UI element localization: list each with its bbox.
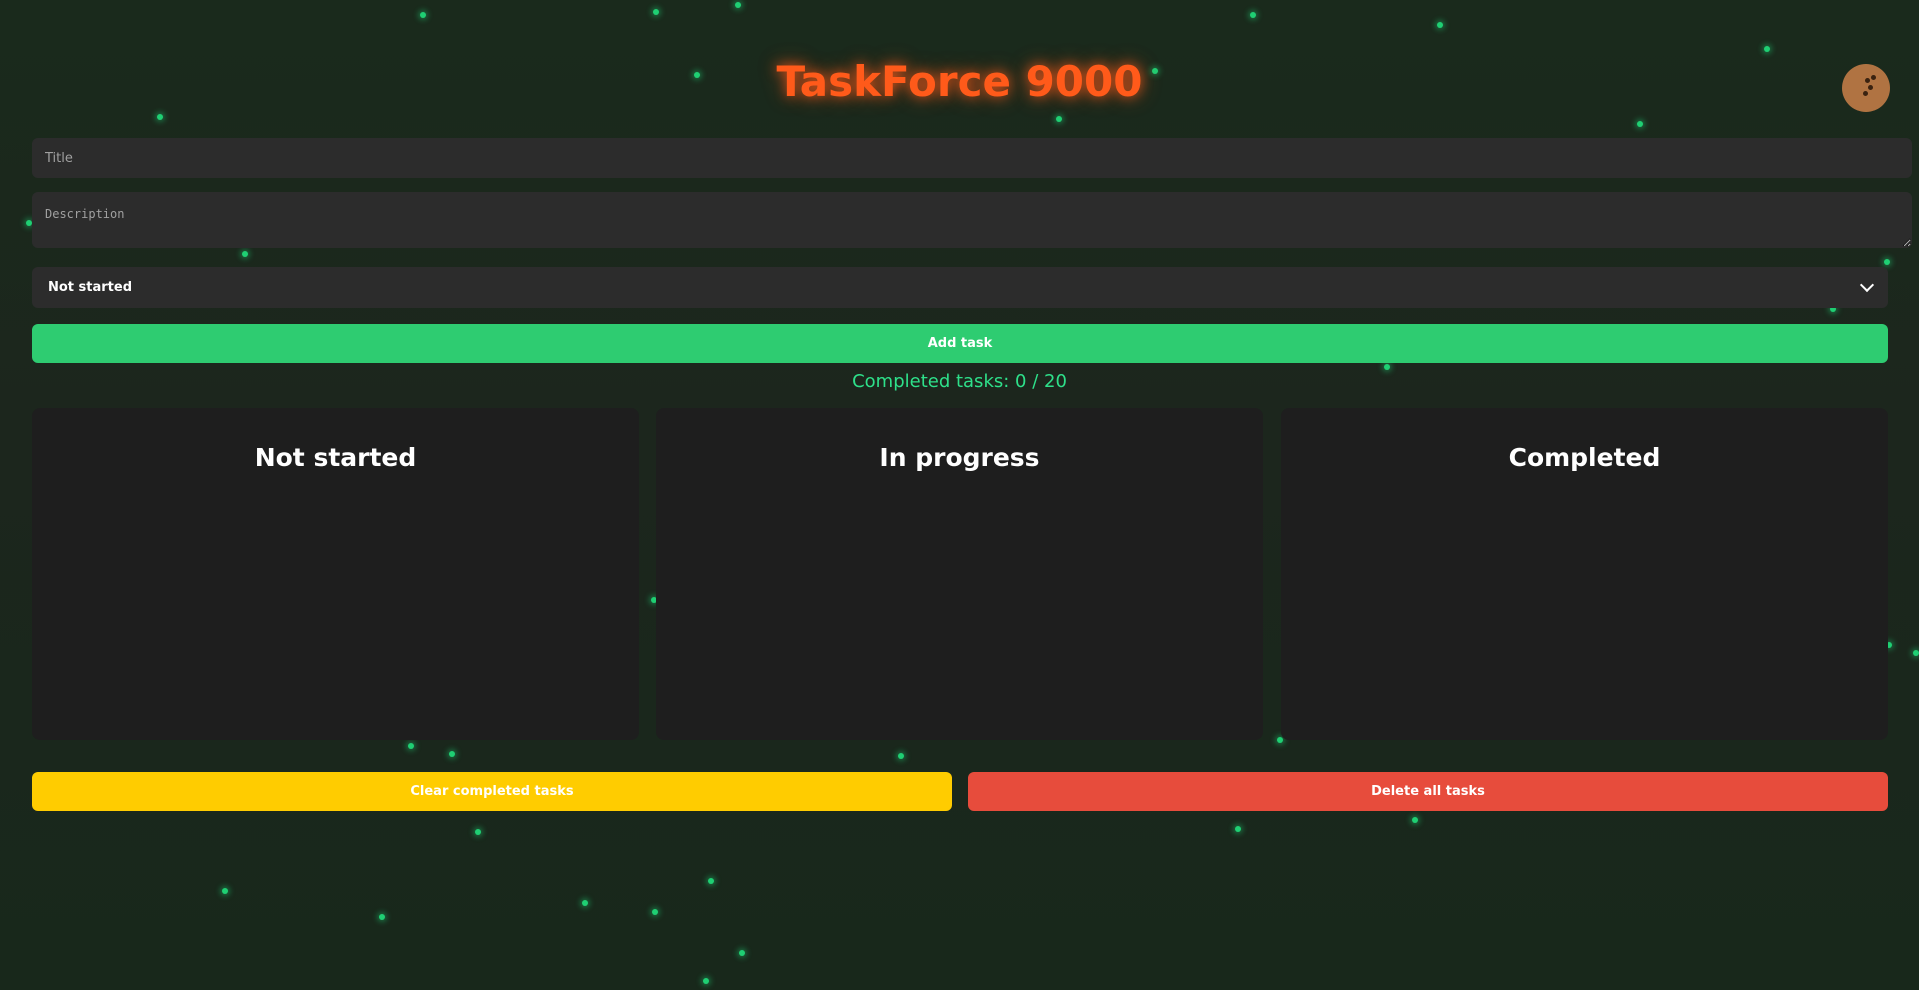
column-title: Completed xyxy=(1508,443,1661,472)
column-title: In progress xyxy=(879,443,1040,472)
clear-completed-button[interactable]: Clear completed tasks xyxy=(32,772,952,811)
cookie-icon[interactable] xyxy=(1842,64,1890,112)
add-task-button[interactable]: Add task xyxy=(32,324,1888,363)
column-not-started: Not started xyxy=(32,408,639,740)
cookie-chip xyxy=(1865,78,1870,83)
delete-all-button[interactable]: Delete all tasks xyxy=(968,772,1888,811)
description-input[interactable] xyxy=(32,192,1912,248)
cookie-chip xyxy=(1868,85,1873,90)
status-select-value: Not started xyxy=(48,280,133,295)
title-input[interactable] xyxy=(32,138,1912,178)
cookie-chip xyxy=(1863,91,1868,96)
column-in-progress: In progress xyxy=(656,408,1263,740)
completed-counter: Completed tasks: 0 / 20 xyxy=(852,371,1067,392)
app-root: TaskForce 9000 Not started Add task Comp… xyxy=(0,0,1919,990)
cookie-chip xyxy=(1871,75,1876,80)
column-title: Not started xyxy=(254,443,417,472)
app-title: TaskForce 9000 xyxy=(776,57,1143,106)
column-completed: Completed xyxy=(1281,408,1888,740)
status-select[interactable]: Not started xyxy=(32,267,1888,308)
chevron-down-icon xyxy=(1859,277,1875,293)
